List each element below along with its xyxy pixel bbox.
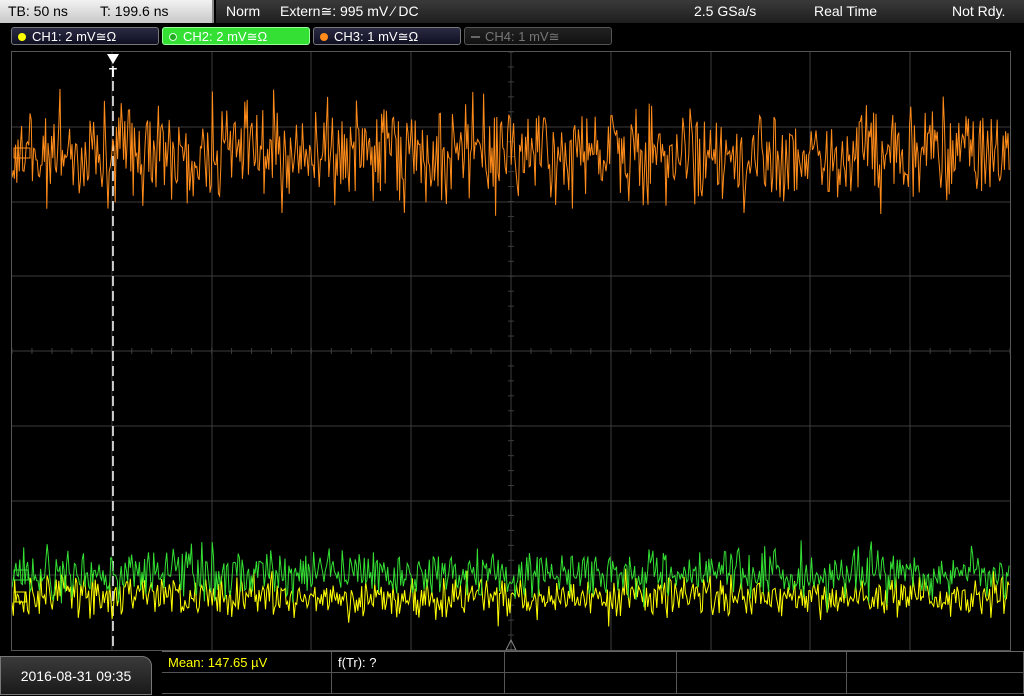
channel-tab-ch3[interactable]: CH3: 1 mV≅Ω xyxy=(313,27,461,45)
waveform-svg[interactable]: T xyxy=(12,52,1010,650)
ch1-color-dot-icon xyxy=(18,33,26,41)
ch2-label: CH2: 2 mV≅Ω xyxy=(183,29,268,44)
measurement-slot-9[interactable] xyxy=(677,673,847,694)
trigger-source-readout[interactable]: Extern≅: 995 mV ⁄ DC xyxy=(280,0,419,23)
ch4-off-dash-icon xyxy=(471,36,480,38)
ch4-label: CH4: 1 mV≅ xyxy=(485,29,560,44)
ch3-label: CH3: 1 mV≅Ω xyxy=(334,29,419,44)
measurement-slot-10[interactable] xyxy=(847,673,1024,694)
measurement-slot-6[interactable] xyxy=(162,673,332,694)
measurement-slot-7[interactable] xyxy=(332,673,505,694)
ch1-label: CH1: 2 mV≅Ω xyxy=(32,29,117,44)
ch3-color-dot-icon xyxy=(320,33,328,41)
acquisition-mode-readout[interactable]: Real Time xyxy=(814,0,877,23)
trigger-time-readout[interactable]: T: 199.6 ns xyxy=(100,0,169,23)
datetime-display: 2016-08-31 09:35 xyxy=(0,656,152,695)
timebase-readout[interactable]: TB: 50 ns xyxy=(8,0,68,23)
trigger-marker-label: T xyxy=(109,65,117,80)
ch2-color-dot-icon xyxy=(169,33,177,41)
trigger-arrow-icon xyxy=(107,54,119,64)
channel-tab-ch2[interactable]: CH2: 2 mV≅Ω xyxy=(162,27,310,45)
measurement-f-tr[interactable]: f(Tr): ? xyxy=(332,652,505,673)
trigger-settings-bar[interactable]: Norm Extern≅: 995 mV ⁄ DC 2.5 GSa/s Real… xyxy=(216,0,1024,23)
measurement-slot-4[interactable] xyxy=(677,652,847,673)
horizontal-settings-box[interactable]: TB: 50 ns T: 199.6 ns xyxy=(0,0,214,23)
measurement-slot-5[interactable] xyxy=(847,652,1024,673)
measurement-slot-8[interactable] xyxy=(505,673,677,694)
measurement-panel[interactable]: Mean: 147.65 µV f(Tr): ? xyxy=(162,651,1024,696)
sample-rate-readout[interactable]: 2.5 GSa/s xyxy=(694,0,756,23)
channel-tab-ch1[interactable]: CH1: 2 mV≅Ω xyxy=(11,27,159,45)
ready-state-readout: Not Rdy. xyxy=(952,3,1006,19)
measurement-mean[interactable]: Mean: 147.65 µV xyxy=(162,652,332,673)
measurement-slot-3[interactable] xyxy=(505,652,677,673)
status-bar: TB: 50 ns T: 199.6 ns Norm Extern≅: 995 … xyxy=(0,0,1024,24)
waveform-display[interactable]: T xyxy=(11,51,1011,651)
channel-bar: CH1: 2 mV≅Ω CH2: 2 mV≅Ω CH3: 1 mV≅Ω CH4:… xyxy=(0,24,1024,49)
trigger-mode-readout[interactable]: Norm xyxy=(226,0,260,23)
channel-tab-ch4[interactable]: CH4: 1 mV≅ xyxy=(464,27,612,45)
